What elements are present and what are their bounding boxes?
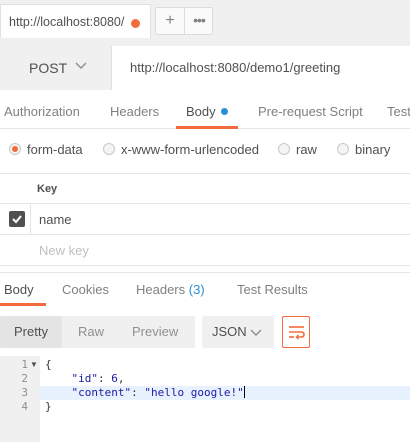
tab-actions: + •••	[155, 7, 213, 35]
radio-label: binary	[355, 142, 391, 157]
json-key: "id"	[71, 372, 99, 385]
tab-cookies[interactable]: Cookies	[62, 282, 109, 297]
line-number: 2	[21, 372, 28, 385]
close-brace: }	[45, 400, 52, 413]
view-preview-button[interactable]: Preview	[132, 324, 178, 339]
key-input[interactable]: name	[39, 212, 72, 227]
table-header: Key	[0, 173, 410, 204]
method-label: POST	[29, 60, 68, 76]
key-column-header: Key	[37, 183, 58, 195]
wrap-icon	[289, 326, 305, 340]
tab-test-results[interactable]: Test Results	[237, 282, 308, 297]
body-indicator-icon	[220, 108, 228, 115]
response-body-editor[interactable]: 1 ▼ { 2 "id": 6, 3 "content": "hello goo…	[0, 356, 410, 442]
response-tabs: Body Cookies Headers (3) Test Results	[0, 272, 410, 306]
url-bar: POST http://localhost:8080/demo1/greetin…	[0, 46, 410, 90]
method-select[interactable]: POST	[0, 46, 112, 90]
request-tabs: Authorization Headers Body Pre-request S…	[0, 96, 410, 129]
json-value: 6	[111, 372, 118, 385]
radio-icon	[278, 143, 290, 155]
new-tab-button[interactable]: +	[156, 8, 185, 34]
tab-tests[interactable]: Tests	[387, 104, 410, 119]
active-tab-underline	[176, 126, 238, 129]
json-value: "hello google!"	[144, 386, 244, 399]
chevron-down-icon	[250, 329, 262, 337]
line-number: 4	[21, 400, 28, 413]
radio-icon	[337, 143, 349, 155]
body-type-options: form-data x-www-form-urlencoded raw bina…	[0, 138, 410, 162]
active-response-tab-underline	[0, 303, 46, 306]
tab-body-label: Body	[186, 104, 216, 119]
line-number: 1	[21, 358, 28, 371]
table-row: name	[0, 204, 410, 235]
line-number: 3	[21, 386, 28, 399]
row-checkbox[interactable]	[9, 211, 25, 227]
tab-pre-request-script[interactable]: Pre-request Script	[258, 104, 363, 119]
code-line: "id": 6,	[71, 372, 125, 385]
code-line: }	[45, 400, 52, 413]
tab-response-headers[interactable]: Headers (3)	[136, 282, 205, 297]
view-raw-button[interactable]: Raw	[78, 324, 104, 339]
format-select[interactable]: JSON	[202, 316, 274, 348]
url-input[interactable]: http://localhost:8080/demo1/greeting	[130, 60, 340, 75]
radio-label: raw	[296, 142, 317, 157]
row-checkbox-cell	[0, 204, 31, 234]
code-line: {	[45, 358, 52, 371]
tab-bar: http://localhost:8080/ + •••	[0, 0, 410, 46]
request-tab[interactable]: http://localhost:8080/	[0, 4, 151, 38]
radio-icon	[103, 143, 115, 155]
tab-response-body[interactable]: Body	[4, 282, 34, 297]
more-tabs-button[interactable]: •••	[185, 8, 213, 34]
chevron-down-icon	[75, 62, 87, 70]
text-cursor	[243, 386, 245, 398]
response-toolbar: Pretty Raw Preview JSON	[0, 316, 410, 348]
new-key-input[interactable]: New key	[39, 243, 89, 258]
json-key: "content"	[71, 386, 132, 399]
tab-body[interactable]: Body	[186, 104, 228, 119]
radio-label: form-data	[27, 142, 83, 157]
checkmark-icon	[12, 215, 22, 224]
radio-label: x-www-form-urlencoded	[121, 142, 259, 157]
code-line: "content": "hello google!"	[71, 386, 245, 399]
headers-count: (3)	[188, 282, 205, 297]
new-key-row: New key	[0, 235, 410, 266]
radio-selected-icon	[9, 143, 21, 155]
view-mode-group: Pretty Raw Preview	[0, 316, 195, 348]
tab-headers-label: Headers	[136, 282, 186, 297]
open-brace: {	[45, 358, 52, 371]
tab-headers[interactable]: Headers	[110, 104, 159, 119]
unsaved-dot-icon	[131, 19, 140, 28]
view-pretty-button[interactable]: Pretty	[14, 324, 48, 339]
tab-title: http://localhost:8080/	[9, 15, 125, 29]
tab-authorization[interactable]: Authorization	[4, 104, 80, 119]
wrap-lines-button[interactable]	[282, 316, 310, 348]
fold-arrow-icon[interactable]: ▼	[30, 360, 38, 369]
format-label: JSON	[212, 324, 247, 339]
